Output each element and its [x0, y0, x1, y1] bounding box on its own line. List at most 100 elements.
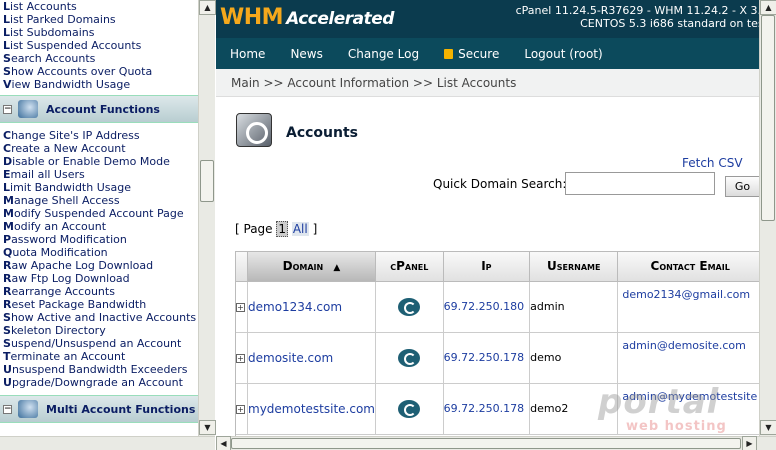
scroll-right-button[interactable]: ▶: [742, 436, 757, 450]
nav-link[interactable]: Raw Ftp Log Download: [0, 272, 198, 285]
nav-link[interactable]: Suspend/Unsuspend an Account: [0, 337, 198, 350]
nav-link[interactable]: Rearrange Accounts: [0, 285, 198, 298]
ip-link[interactable]: 69.72.250.178: [444, 402, 524, 415]
username-text: demo2: [530, 402, 569, 415]
nav-link-initial: V: [3, 78, 12, 91]
domain-link[interactable]: demo1234.com: [248, 300, 342, 314]
quick-domain-search-input[interactable]: [565, 172, 715, 195]
collapse-toggle[interactable]: −: [3, 404, 12, 414]
cpanel-login-icon[interactable]: [398, 399, 421, 418]
nav-link[interactable]: List Suspended Accounts: [0, 39, 198, 52]
left-vertical-scrollbar[interactable]: ▲ ▼: [198, 0, 216, 436]
expand-icon[interactable]: +: [236, 354, 245, 363]
cpanel-login-icon[interactable]: [398, 348, 421, 367]
nav-link-rest: how Active and Inactive Accounts: [10, 311, 197, 324]
all-pages-link[interactable]: All: [291, 222, 309, 236]
domain-cell: demo1234.com: [247, 281, 376, 333]
h-scroll-thumb[interactable]: [231, 438, 741, 449]
nav-link[interactable]: Raw Apache Log Download: [0, 259, 198, 272]
page-title: Accounts: [286, 125, 359, 141]
scroll-thumb[interactable]: [761, 15, 775, 221]
username-column-header[interactable]: Username: [529, 252, 619, 282]
domain-column-header[interactable]: Domain ▲: [247, 252, 376, 282]
go-button[interactable]: Go: [725, 176, 760, 197]
menu-home[interactable]: Home: [230, 47, 265, 61]
scroll-left-button[interactable]: ◀: [216, 436, 231, 450]
scroll-thumb[interactable]: [200, 160, 214, 202]
nav-link[interactable]: List Parked Domains: [0, 13, 198, 26]
menu-news[interactable]: News: [290, 47, 322, 61]
left-horizontal-scrollbar[interactable]: [0, 436, 215, 450]
expand-column-header: [236, 252, 248, 282]
nav-link-rest: mail all Users: [10, 168, 85, 181]
scroll-down-button[interactable]: ▼: [199, 420, 216, 435]
domain-link[interactable]: demosite.com: [248, 351, 333, 365]
nav-link[interactable]: Terminate an Account: [0, 350, 198, 363]
main-vertical-scrollbar[interactable]: ▲ ▼: [759, 0, 776, 436]
nav-link-initial: L: [3, 13, 11, 26]
version-line-1: cPanel 11.24.5-R37629 - WHM 11.24.2 - X …: [515, 4, 768, 17]
nav-link-initial: M: [3, 194, 14, 207]
nav-link[interactable]: Skeleton Directory: [0, 324, 198, 337]
scroll-up-button[interactable]: ▲: [199, 0, 216, 15]
nav-link[interactable]: Manage Shell Access: [0, 194, 198, 207]
nav-link[interactable]: Modify Suspended Account Page: [0, 207, 198, 220]
nav-link[interactable]: Limit Bandwidth Usage: [0, 181, 198, 194]
main-horizontal-scrollbar[interactable]: ◀ ▶: [216, 436, 776, 450]
ip-column-header[interactable]: Ip: [443, 252, 531, 282]
domain-header-label: Domain: [282, 259, 324, 274]
expand-icon[interactable]: +: [236, 405, 245, 414]
domain-link[interactable]: mydemotestsite.com: [248, 402, 375, 416]
account-info-links: List Accounts List Parked Domains List Sub…: [0, 0, 198, 91]
nav-link-initial: E: [3, 168, 11, 181]
nav-link[interactable]: List Subdomains: [0, 26, 198, 39]
fetch-csv-link[interactable]: Fetch CSV: [682, 156, 743, 170]
nav-link[interactable]: List Accounts: [0, 0, 198, 13]
nav-link[interactable]: Email all Users: [0, 168, 198, 181]
page-1-link[interactable]: 1: [276, 221, 289, 237]
nav-link-rest: aw Apache Log Download: [11, 259, 154, 272]
nav-link[interactable]: Disable or Enable Demo Mode: [0, 155, 198, 168]
nav-link[interactable]: View Bandwidth Usage: [0, 78, 198, 91]
nav-link-rest: aw Ftp Log Download: [11, 272, 130, 285]
email-cell: admin@demosite.com: [617, 332, 763, 384]
account-functions-header[interactable]: − Account Functions: [0, 95, 198, 123]
menu-logout[interactable]: Logout (root): [524, 47, 602, 61]
email-link[interactable]: admin@demosite.com: [622, 339, 746, 352]
ip-cell: 69.72.250.178: [443, 383, 531, 435]
multi-account-functions-icon: [18, 400, 38, 418]
nav-link-initial: L: [3, 181, 11, 194]
nav-link[interactable]: Search Accounts: [0, 52, 198, 65]
collapse-toggle[interactable]: −: [3, 104, 12, 114]
nav-link[interactable]: Unsuspend Bandwidth Exceeders: [0, 363, 198, 376]
ip-link[interactable]: 69.72.250.180: [444, 300, 524, 313]
quick-search-label: Quick Domain Search:: [433, 177, 567, 191]
contact-email-column-header[interactable]: Contact Email: [617, 252, 763, 282]
menu-change-log[interactable]: Change Log: [348, 47, 419, 61]
nav-link[interactable]: Create a New Account: [0, 142, 198, 155]
nav-link[interactable]: Upgrade/Downgrade an Account: [0, 376, 198, 389]
scroll-down-button[interactable]: ▼: [760, 420, 776, 435]
pager: [ Page 1 All ]: [235, 221, 317, 237]
ip-link[interactable]: 69.72.250.178: [444, 351, 524, 364]
nav-link-rest: keleton Directory: [10, 324, 106, 337]
nav-link[interactable]: Reset Package Bandwidth: [0, 298, 198, 311]
nav-link[interactable]: Change Site's IP Address: [0, 129, 198, 142]
nav-link-rest: ist Subdomains: [10, 26, 95, 39]
expand-icon[interactable]: +: [236, 303, 245, 312]
left-frame: List Accounts List Parked Domains List Sub…: [0, 0, 216, 450]
email-link[interactable]: demo2134@gmail.com: [622, 288, 750, 301]
multi-account-functions-header[interactable]: − Multi Account Functions: [0, 395, 198, 423]
menu-secure[interactable]: Secure: [444, 47, 499, 61]
nav-link[interactable]: Show Accounts over Quota: [0, 65, 198, 78]
scroll-up-button[interactable]: ▲: [760, 0, 776, 15]
cpanel-login-icon[interactable]: [398, 297, 421, 316]
nav-link[interactable]: Show Active and Inactive Accounts: [0, 311, 198, 324]
nav-link[interactable]: Modify an Account: [0, 220, 198, 233]
domain-cell: demosite.com: [247, 332, 376, 384]
cpanel-column-header[interactable]: cPanel: [375, 252, 444, 282]
cpanel-cell: [375, 281, 444, 333]
nav-link[interactable]: Quota Modification: [0, 246, 198, 259]
nav-link[interactable]: Password Modification: [0, 233, 198, 246]
left-nav: List Accounts List Parked Domains List Sub…: [0, 0, 198, 436]
